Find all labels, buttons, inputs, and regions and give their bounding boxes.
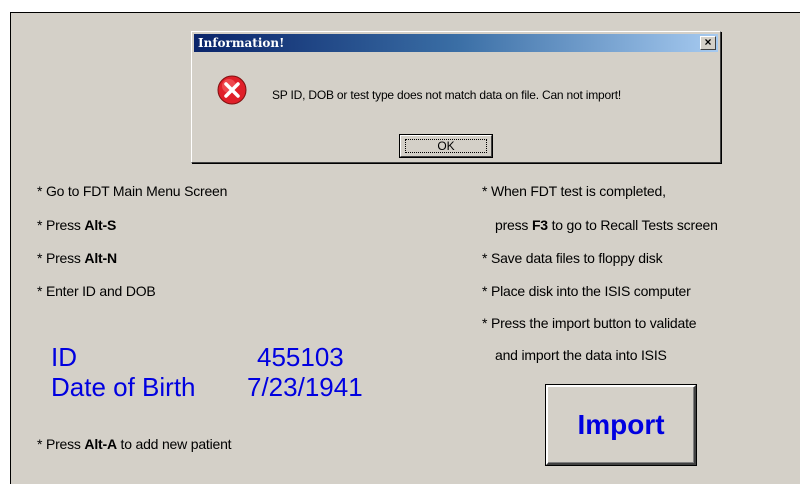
instruction-press-alt-n: * Press Alt-N (37, 250, 117, 266)
main-window: * Go to FDT Main Menu Screen * Press Alt… (10, 12, 800, 484)
dialog-titlebar[interactable]: Information! × (194, 34, 718, 52)
shortcut-f3: F3 (531, 217, 548, 233)
instruction-press-f3: press F3 to go to Recall Tests screen (495, 217, 718, 233)
shortcut-alt-s: Alt-S (84, 217, 117, 233)
dialog-message: SP ID, DOB or test type does not match d… (272, 88, 622, 102)
dialog-close-button[interactable]: × (700, 36, 716, 50)
ok-button[interactable]: OK (400, 135, 492, 157)
import-button[interactable]: Import (546, 385, 696, 465)
id-value: 455103 (257, 342, 344, 372)
dob-label: Date of Birth (51, 372, 196, 402)
instruction-add-patient: * Press Alt-A to add new patient (37, 436, 232, 452)
error-icon (217, 75, 247, 105)
shortcut-alt-a: Alt-A (84, 436, 117, 452)
id-label: ID (51, 342, 77, 372)
dob-value: 7/23/1941 (247, 372, 363, 402)
instruction-go-main-menu: * Go to FDT Main Menu Screen (37, 183, 228, 199)
instruction-press-import: * Press the import button to validate (482, 315, 697, 331)
focus-rectangle (405, 139, 487, 153)
close-icon: × (704, 35, 712, 49)
instruction-fdt-completed: * When FDT test is completed, (482, 183, 666, 199)
instruction-press-alt-s: * Press Alt-S (37, 217, 117, 233)
information-dialog: Information! × SP ID, DOB or test type d… (191, 31, 721, 163)
instruction-import-data: and import the data into ISIS (495, 347, 667, 363)
shortcut-alt-n: Alt-N (84, 250, 117, 266)
instruction-save-floppy: * Save data files to floppy disk (482, 250, 663, 266)
instruction-place-disk: * Place disk into the ISIS computer (482, 283, 691, 299)
instruction-enter-id-dob: * Enter ID and DOB (37, 283, 156, 299)
dialog-title: Information! (198, 36, 285, 50)
